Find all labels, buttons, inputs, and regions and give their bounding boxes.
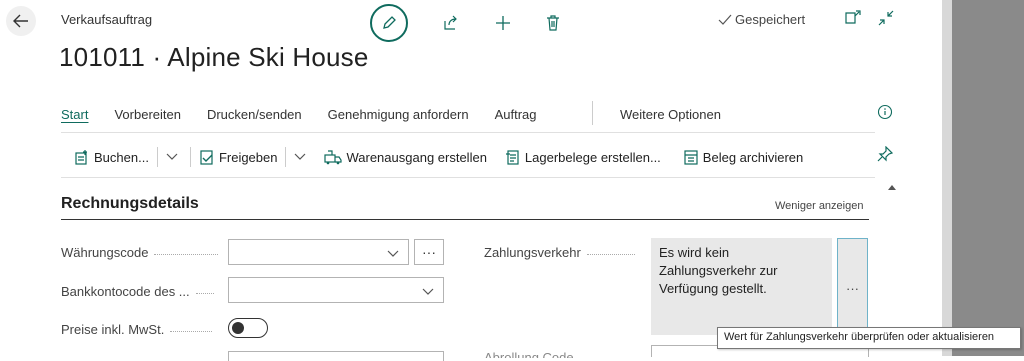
collapse-button[interactable]	[878, 10, 894, 31]
create-shipment-button[interactable]: Warenausgang erstellen	[324, 149, 487, 165]
show-less-link[interactable]: Weniger anzeigen	[775, 200, 863, 212]
archive-document-label: Beleg archivieren	[702, 149, 804, 165]
payment-services-lookup-button[interactable]: ···	[837, 238, 868, 335]
saved-status-label: Gespeichert	[735, 12, 806, 27]
bank-account-label: Bankkontocode des ...	[61, 284, 214, 299]
release-button[interactable]: Freigeben	[199, 149, 278, 165]
page-title: 101011 · Alpine Ski House	[59, 42, 369, 72]
trash-icon	[547, 15, 559, 31]
sales-order-page: Verkaufsauftrag 101011 · Alpine Ski Hous…	[0, 0, 942, 361]
page-caption: Verkaufsauftrag	[61, 12, 153, 27]
warehouse-document-icon	[505, 150, 519, 165]
tab-divider	[592, 101, 593, 125]
tab-more-options[interactable]: Weitere Optionen	[620, 107, 721, 122]
payment-services-tooltip: Wert für Zahlungsverkehr überprüfen oder…	[717, 327, 1021, 349]
share-icon	[444, 15, 457, 30]
action-bar-divider	[61, 177, 875, 178]
label-leader-dots	[195, 293, 214, 294]
chevron-down-icon	[422, 288, 434, 295]
shipment-icon	[324, 150, 343, 165]
background-panel-edge	[942, 0, 952, 356]
label-leader-dots	[586, 254, 635, 255]
checkmark-icon	[718, 14, 732, 25]
pin-action-bar-button[interactable]	[877, 145, 894, 167]
section-divider	[61, 219, 869, 220]
edit-button[interactable]	[370, 4, 408, 42]
info-button[interactable]	[877, 104, 893, 125]
action-separator	[285, 147, 287, 167]
post-label: Buchen...	[94, 149, 149, 165]
prices-incl-vat-toggle[interactable]	[228, 318, 268, 338]
action-separator	[189, 147, 191, 167]
tab-order[interactable]: Auftrag	[495, 107, 537, 122]
bank-account-select[interactable]	[228, 277, 444, 303]
post-button[interactable]: Buchen...	[74, 149, 149, 165]
release-dropdown[interactable]	[294, 153, 310, 161]
release-icon	[200, 150, 213, 165]
payment-services-label-text: Zahlungsverkehr	[484, 245, 581, 260]
pencil-icon	[383, 16, 396, 29]
open-new-window-button[interactable]	[845, 10, 861, 29]
tabs-divider	[61, 132, 875, 133]
tab-start[interactable]: Start	[61, 107, 88, 122]
page-toolbar	[370, 4, 564, 42]
label-leader-dots	[170, 331, 213, 332]
delete-button[interactable]	[542, 12, 564, 34]
toggle-knob	[232, 322, 244, 334]
section-title: Rechnungsdetails	[61, 195, 199, 212]
currency-code-select[interactable]	[228, 239, 409, 265]
back-arrow-icon	[13, 14, 28, 28]
scroll-up-arrow[interactable]	[888, 185, 896, 190]
next-field-label: Abrollung Code	[484, 350, 574, 358]
back-button[interactable]	[6, 6, 36, 36]
tab-print-send[interactable]: Drucken/senden	[207, 107, 302, 122]
currency-code-label-text: Währungscode	[61, 245, 149, 260]
tab-request-approval[interactable]: Genehmigung anfordern	[328, 107, 469, 122]
archive-icon	[684, 150, 698, 165]
currency-code-lookup-button[interactable]: ···	[414, 239, 444, 265]
payment-services-label: Zahlungsverkehr	[484, 245, 635, 260]
create-whse-docs-label: Lagerbelege erstellen...	[524, 149, 661, 165]
tab-prepare[interactable]: Vorbereiten	[114, 107, 181, 122]
post-dropdown[interactable]	[166, 153, 182, 161]
action-bar: Buchen... Freigeben Warenausgang erstell…	[74, 147, 803, 167]
next-field-input[interactable]	[228, 351, 444, 361]
saved-status: Gespeichert	[718, 12, 805, 27]
info-icon	[877, 104, 893, 120]
create-whse-docs-button[interactable]: Lagerbelege erstellen...	[505, 149, 661, 165]
new-button[interactable]	[492, 12, 514, 34]
pin-icon	[877, 145, 894, 162]
bank-account-label-text: Bankkontocode des ...	[61, 284, 190, 299]
share-button[interactable]	[440, 12, 462, 34]
payment-services-value[interactable]: Es wird kein Zahlungsverkehr zur Verfügu…	[651, 238, 832, 335]
action-separator	[156, 147, 158, 167]
chevron-down-icon	[295, 153, 306, 160]
action-tabs: Start Vorbereiten Drucken/senden Genehmi…	[61, 107, 563, 122]
currency-code-label: Währungscode	[61, 245, 219, 260]
create-shipment-label: Warenausgang erstellen	[346, 149, 487, 165]
release-label: Freigeben	[218, 149, 278, 165]
open-in-new-window-icon	[845, 10, 861, 24]
prices-incl-vat-label-text: Preise inkl. MwSt.	[61, 322, 165, 337]
chevron-down-icon	[387, 250, 399, 257]
collapse-icon	[878, 10, 894, 26]
archive-document-button[interactable]: Beleg archivieren	[683, 149, 803, 165]
chevron-down-icon	[166, 153, 178, 160]
background-panel	[942, 0, 1024, 356]
label-leader-dots	[154, 254, 219, 255]
prices-incl-vat-label: Preise inkl. MwSt.	[61, 322, 213, 337]
plus-icon	[496, 16, 510, 30]
post-icon	[75, 150, 87, 165]
